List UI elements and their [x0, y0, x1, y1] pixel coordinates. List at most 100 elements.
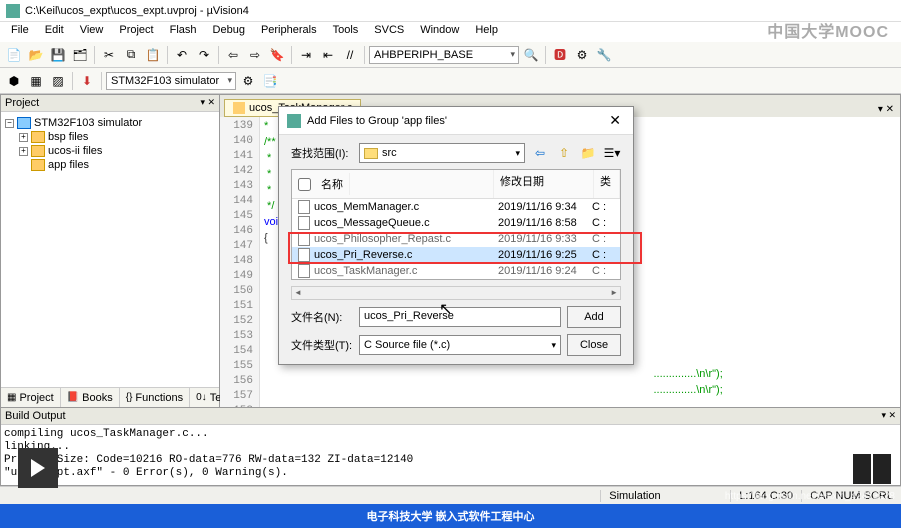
- file-icon: [298, 216, 310, 230]
- newfolder-icon[interactable]: 📁: [579, 144, 597, 162]
- open-icon[interactable]: 📂: [26, 45, 46, 65]
- menu-project[interactable]: Project: [112, 22, 160, 42]
- saveall-icon[interactable]: 🗂: [70, 45, 90, 65]
- play-button[interactable]: [18, 448, 58, 488]
- file-icon: [298, 232, 310, 246]
- back-icon[interactable]: ⇦: [531, 144, 549, 162]
- tab-project[interactable]: ▦Project: [1, 388, 61, 407]
- mouse-cursor: ↖: [439, 299, 452, 319]
- cfg1-icon[interactable]: ⚙: [572, 45, 592, 65]
- options-icon[interactable]: ⚙: [238, 71, 258, 91]
- file-row[interactable]: ucos_MessageQueue.c2019/11/16 8:58C :: [292, 215, 620, 231]
- menu-debug[interactable]: Debug: [206, 22, 252, 42]
- up-icon[interactable]: ⇧: [555, 144, 573, 162]
- tab-controls[interactable]: ▾ ✕: [872, 102, 900, 117]
- file-icon: [298, 248, 310, 262]
- cut-icon[interactable]: ✂: [99, 45, 119, 65]
- undo-icon[interactable]: ↶: [172, 45, 192, 65]
- add-button[interactable]: Add: [567, 306, 621, 328]
- file-row[interactable]: ucos_MemManager.c2019/11/16 9:34C :: [292, 199, 620, 215]
- dialog-title: Add Files to Group 'app files': [307, 115, 447, 127]
- build-output-panel: Build Output▾ ✕ compiling ucos_TaskManag…: [0, 408, 901, 486]
- source-url: https://blog.csdn.net/weixin_42473228: [725, 491, 895, 502]
- target-node[interactable]: STM32F103 simulator: [34, 117, 142, 129]
- build-output-text[interactable]: compiling ucos_TaskManager.c... linking.…: [1, 425, 900, 485]
- nav-fwd-icon[interactable]: ⇨: [245, 45, 265, 65]
- redo-icon[interactable]: ↷: [194, 45, 214, 65]
- menu-flash[interactable]: Flash: [163, 22, 204, 42]
- build-icon[interactable]: ▦: [26, 71, 46, 91]
- toolbar-main: 📄 📂 💾 🗂 ✂ ⧉ 📋 ↶ ↷ ⇦ ⇨ 🔖 ⇥ ⇤ // AHBPERIPH…: [0, 42, 901, 68]
- download-icon[interactable]: ⬇: [77, 71, 97, 91]
- file-list-header[interactable]: 名称 修改日期 类: [292, 170, 620, 199]
- save-icon[interactable]: 💾: [48, 45, 68, 65]
- build-output-header: Build Output▾ ✕: [1, 408, 900, 425]
- debug-icon[interactable]: 🅳: [550, 45, 570, 65]
- horizontal-scrollbar[interactable]: [291, 286, 621, 300]
- video-controls[interactable]: [853, 454, 891, 484]
- dialog-titlebar: Add Files to Group 'app files' ✕: [279, 107, 633, 135]
- manage-icon[interactable]: 📑: [260, 71, 280, 91]
- menu-bar: FileEditViewProjectFlashDebugPeripherals…: [0, 22, 901, 42]
- look-in-label: 查找范围(I):: [291, 145, 353, 161]
- outdent-icon[interactable]: ⇤: [318, 45, 338, 65]
- menu-file[interactable]: File: [4, 22, 36, 42]
- rebuild-icon[interactable]: ▨: [48, 71, 68, 91]
- app-icon: [6, 4, 20, 18]
- folder-icon: [364, 148, 378, 159]
- file-row[interactable]: ucos_Philosopher_Repast.c2019/11/16 9:33…: [292, 231, 620, 247]
- look-in-combo[interactable]: src: [359, 143, 525, 163]
- file-list[interactable]: 名称 修改日期 类 ucos_MemManager.c2019/11/16 9:…: [291, 169, 621, 280]
- line-gutter: 139 140 141 142 143 144 145 146 147 148 …: [220, 117, 260, 407]
- collapse-icon[interactable]: −: [5, 119, 14, 128]
- select-all-checkbox[interactable]: [298, 178, 311, 191]
- folder-icon: [31, 159, 45, 171]
- panel-tabs: ▦Project📕Books{}Functions0↓Templates: [1, 387, 219, 407]
- menu-window[interactable]: Window: [413, 22, 466, 42]
- panel-controls[interactable]: ▾ ✕: [200, 97, 215, 109]
- close-icon[interactable]: ✕: [605, 112, 625, 129]
- expand-icon[interactable]: +: [19, 133, 28, 142]
- panel-controls[interactable]: ▾ ✕: [881, 410, 896, 422]
- file-row[interactable]: ucos_TaskManager.c2019/11/16 9:24C :: [292, 263, 620, 279]
- tab-books[interactable]: 📕Books: [61, 388, 120, 407]
- project-tree[interactable]: − STM32F103 simulator + bsp files + ucos-ii…: [1, 112, 219, 387]
- window-title: C:\Keil\ucos_expt\ucos_expt.uvproj - µVi…: [25, 5, 249, 17]
- menu-svcs[interactable]: SVCS: [367, 22, 411, 42]
- translate-icon[interactable]: ⬢: [4, 71, 24, 91]
- new-icon[interactable]: 📄: [4, 45, 24, 65]
- folder-node[interactable]: ucos-ii files: [48, 145, 102, 157]
- file-row[interactable]: ucos_Pri_Reverse.c2019/11/16 9:25C :: [292, 247, 620, 263]
- project-panel-header: Project ▾ ✕: [1, 95, 219, 112]
- copy-icon[interactable]: ⧉: [121, 45, 141, 65]
- cfg2-icon[interactable]: 🔧: [594, 45, 614, 65]
- comment-icon[interactable]: //: [340, 45, 360, 65]
- folder-icon: [31, 131, 45, 143]
- tab-functions[interactable]: {}Functions: [120, 388, 190, 407]
- find-icon[interactable]: 🔍: [521, 45, 541, 65]
- filename-label: 文件名(N):: [291, 309, 353, 325]
- menu-tools[interactable]: Tools: [326, 22, 366, 42]
- add-files-dialog: Add Files to Group 'app files' ✕ 查找范围(I)…: [278, 106, 634, 365]
- close-button[interactable]: Close: [567, 334, 621, 356]
- folder-node[interactable]: app files: [48, 159, 89, 171]
- bookmark-icon[interactable]: 🔖: [267, 45, 287, 65]
- find-combo[interactable]: AHBPERIPH_BASE: [369, 46, 519, 64]
- target-combo[interactable]: STM32F103 simulator: [106, 72, 236, 90]
- menu-view[interactable]: View: [73, 22, 111, 42]
- menu-help[interactable]: Help: [468, 22, 505, 42]
- filetype-combo[interactable]: C Source file (*.c): [359, 335, 561, 355]
- paste-icon[interactable]: 📋: [143, 45, 163, 65]
- indent-icon[interactable]: ⇥: [296, 45, 316, 65]
- toolbar-build: ⬢ ▦ ▨ ⬇ STM32F103 simulator ⚙ 📑: [0, 68, 901, 94]
- expand-icon[interactable]: +: [19, 147, 28, 156]
- nav-back-icon[interactable]: ⇦: [223, 45, 243, 65]
- status-sim: Simulation: [600, 490, 730, 502]
- menu-peripherals[interactable]: Peripherals: [254, 22, 324, 42]
- folder-node[interactable]: bsp files: [48, 131, 88, 143]
- c-file-icon: [233, 102, 245, 114]
- menu-edit[interactable]: Edit: [38, 22, 71, 42]
- dialog-icon: [287, 114, 301, 128]
- filename-input[interactable]: ucos_Pri_Reverse: [359, 307, 561, 327]
- view-icon[interactable]: ☰▾: [603, 144, 621, 162]
